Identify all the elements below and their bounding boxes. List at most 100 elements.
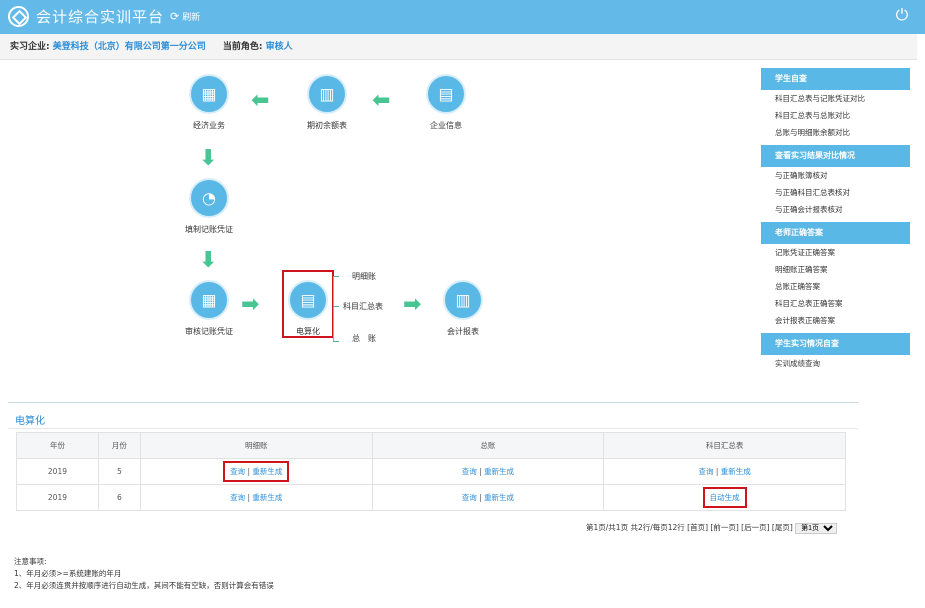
bar-chart-icon: ▥ [307, 74, 347, 114]
separator: | [476, 467, 485, 476]
sidebar-item[interactable]: 会计报表正确答案 [761, 312, 910, 329]
node-opening[interactable]: ▥ 期初余额表 [287, 74, 367, 131]
calculator-icon: ▦ [189, 280, 229, 320]
data-table: 年份 月份 明细账 总账 科目汇总表 2019 5 查询 | 重新生成 查询 |… [16, 432, 846, 511]
power-icon[interactable]: ⏻ [893, 6, 911, 24]
refresh-label: 刷新 [182, 13, 201, 23]
cell-month: 6 [97, 484, 141, 511]
sidebar-head-compare: 查看实习结果对比情况 [761, 145, 910, 167]
node-report[interactable]: ▥ 会计报表 [423, 280, 503, 337]
role-value: 审核人 [265, 42, 293, 52]
node-review[interactable]: ▦ 审核记账凭证 [169, 280, 249, 337]
cell-detail: 查询 | 重新生成 [139, 484, 373, 511]
logo-icon [8, 6, 29, 27]
col-summary: 科目汇总表 [603, 432, 846, 459]
node-prepare[interactable]: ◔ 填制记账凭证 [169, 178, 249, 235]
node-economic[interactable]: ▦ 经济业务 [169, 74, 249, 131]
arrow-down-icon: ⬇ [199, 146, 218, 171]
computer-icon: ▤ [288, 280, 328, 320]
info-bar: 实习企业: 美登科技（北京）有限公司第一分公司 当前角色: 审核人 [0, 34, 917, 60]
sidebar-head-self-check: 学生自查 [761, 68, 910, 90]
node-opening-label: 期初余额表 [307, 121, 347, 130]
cell-ledger: 查询 | 重新生成 [371, 458, 605, 485]
sidebar-item[interactable]: 明细账正确答案 [761, 261, 910, 278]
node-company[interactable]: ▤ 企业信息 [406, 74, 486, 131]
query-link[interactable]: 查询 [698, 467, 713, 476]
node-prepare-label: 填制记账凭证 [185, 225, 233, 234]
node-report-label: 会计报表 [447, 327, 479, 336]
note-line: 2、年月必须连贯并按顺序进行自动生成，其间不能有空缺，否则计算会有错误 [14, 581, 274, 590]
divider [8, 428, 858, 429]
sidebar-item[interactable]: 总账与明细账余额对比 [761, 124, 910, 141]
company-value: 美登科技（北京）有限公司第一分公司 [52, 42, 206, 52]
pie-chart-icon: ◔ [189, 178, 229, 218]
cell-detail: 查询 | 重新生成 [139, 458, 373, 485]
table-row: 2019 6 查询 | 重新生成 查询 | 重新生成 自动生成 [16, 484, 846, 511]
pager-text[interactable]: 第1页/共1页 共2行/每页12行 [首页] [前一页] [后一页] [尾页] [586, 523, 793, 532]
auto-generate-link[interactable]: 自动生成 [710, 493, 740, 502]
branch-ledger[interactable]: 总 账 [352, 333, 376, 344]
arrow-left-icon: ⬅ [251, 88, 270, 113]
separator: | [713, 467, 721, 476]
table-header-row: 年份 月份 明细账 总账 科目汇总表 [16, 432, 846, 459]
branch-summary[interactable]: 科目汇总表 [343, 301, 383, 312]
sidebar-item[interactable]: 科目汇总表正确答案 [761, 295, 910, 312]
arrow-left-icon: ⬅ [372, 88, 391, 113]
sidebar-head-answers: 老师正确答案 [761, 222, 910, 244]
regenerate-link[interactable]: 重新生成 [721, 467, 751, 476]
flow-diagram: ▦ 经济业务 ⬅ ▥ 期初余额表 ⬅ ▤ 企业信息 ⬇ ◔ 填制记账凭证 ⬇ ▦… [0, 60, 760, 400]
sidebar-item[interactable]: 实训成绩查询 [761, 355, 910, 372]
query-link[interactable]: 查询 [462, 467, 477, 476]
page-select[interactable]: 第1页 [795, 523, 838, 534]
role-label: 当前角色: [222, 42, 263, 52]
sidebar-head-internship: 学生实习情况自查 [761, 333, 910, 355]
arrow-down-icon: ⬇ [199, 248, 218, 273]
node-computer-label: 电算化 [296, 327, 320, 336]
cell-summary: 自动生成 [603, 484, 846, 511]
right-sidebar: 学生自查 科目汇总表与记账凭证对比 科目汇总表与总账对比 总账与明细账余额对比 … [761, 68, 910, 372]
regenerate-link[interactable]: 重新生成 [484, 467, 514, 476]
node-review-label: 审核记账凭证 [185, 327, 233, 336]
sidebar-item[interactable]: 记账凭证正确答案 [761, 244, 910, 261]
sidebar-item[interactable]: 与正确科目汇总表核对 [761, 184, 910, 201]
sidebar-item[interactable]: 科目汇总表与总账对比 [761, 107, 910, 124]
document-icon: ▤ [426, 74, 466, 114]
regenerate-link[interactable]: 重新生成 [252, 493, 282, 502]
branch-connector [333, 276, 334, 342]
branch-tick [333, 276, 339, 277]
query-link[interactable]: 查询 [230, 493, 245, 502]
separator: | [476, 493, 485, 502]
sidebar-item[interactable]: 总账正确答案 [761, 278, 910, 295]
auto-generate-highlight: 自动生成 [702, 487, 747, 508]
sidebar-item[interactable]: 与正确账簿核对 [761, 167, 910, 184]
branch-tick [333, 341, 339, 342]
notes: 注意事项: 1、年月必须>=系统建账的年月 2、年月必须连贯并按顺序进行自动生成… [14, 556, 274, 592]
notes-title: 注意事项: [14, 557, 47, 566]
report-icon: ▥ [443, 280, 483, 320]
regenerate-link[interactable]: 重新生成 [252, 467, 282, 476]
col-month: 月份 [97, 432, 141, 459]
app-logo: 会计综合实训平台 [8, 6, 164, 27]
cell-summary: 查询 | 重新生成 [603, 458, 846, 485]
company-label: 实习企业: [10, 42, 50, 52]
sidebar-item[interactable]: 科目汇总表与记账凭证对比 [761, 90, 910, 107]
regenerate-link[interactable]: 重新生成 [484, 493, 514, 502]
node-computer[interactable]: ▤ 电算化 [268, 280, 348, 337]
app-title: 会计综合实训平台 [36, 8, 165, 26]
refresh-button[interactable]: ⟳ 刷新 [170, 10, 200, 23]
sidebar-item[interactable]: 与正确会计报表核对 [761, 201, 910, 218]
branch-detail[interactable]: 明细账 [352, 271, 376, 282]
query-link[interactable]: 查询 [462, 493, 477, 502]
cell-month: 5 [97, 458, 141, 485]
node-company-label: 企业信息 [430, 121, 462, 130]
pagination: 第1页/共1页 共2行/每页12行 [首页] [前一页] [后一页] [尾页] … [586, 522, 838, 534]
economic-icon: ▦ [189, 74, 229, 114]
arrow-right-icon: ➡ [241, 292, 260, 317]
query-link[interactable]: 查询 [230, 467, 245, 476]
divider [8, 402, 858, 403]
col-year: 年份 [16, 432, 99, 459]
note-line: 1、年月必须>=系统建账的年月 [14, 569, 122, 578]
arrow-right-icon: ➡ [403, 292, 422, 317]
refresh-icon: ⟳ [170, 10, 180, 23]
table-row: 2019 5 查询 | 重新生成 查询 | 重新生成 查询 | 重新生成 [16, 458, 846, 485]
